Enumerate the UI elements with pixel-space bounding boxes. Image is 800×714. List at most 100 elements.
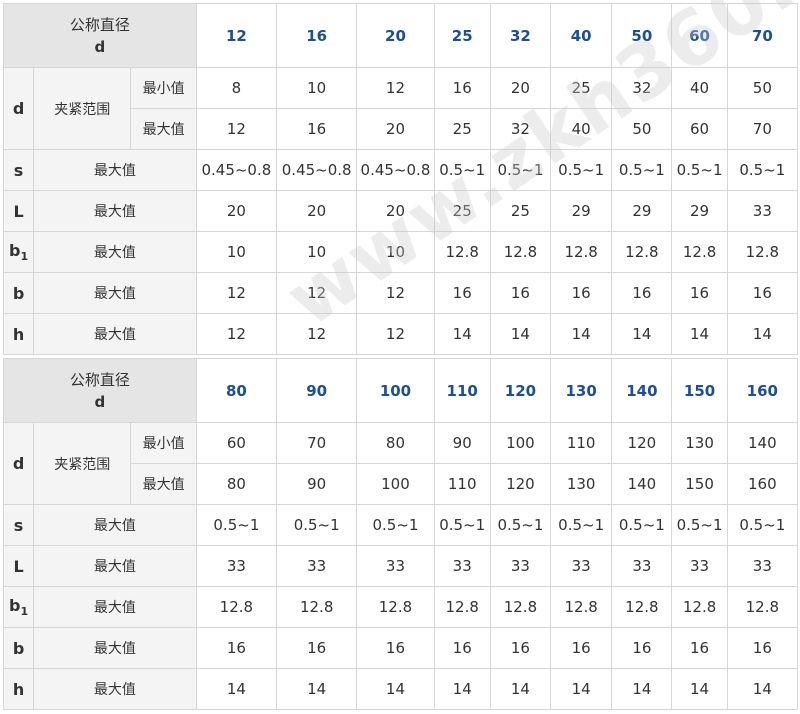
data-cell: 14 [356,668,435,710]
data-cell: 14 [726,313,799,355]
data-cell: 70 [726,108,799,150]
data-cell: 90 [276,463,358,505]
data-cell: 80 [195,463,278,505]
max-value-label: 最大值 [33,545,197,587]
size-header: 12 [195,3,278,68]
size-header: 25 [433,3,491,68]
data-cell: 14 [726,668,799,710]
data-cell: 12 [276,272,358,314]
data-cell: 16 [276,108,358,150]
data-cell: 60 [195,422,278,464]
size-header: 60 [671,3,728,68]
row-symbol-s: s [2,504,35,546]
data-cell: 14 [276,668,358,710]
min-value-label: 最小值 [130,67,197,109]
table-row: h 最大值 14 14 14 14 14 14 14 14 14 [2,668,799,710]
data-cell: 14 [550,313,613,355]
data-cell: 16 [726,627,799,669]
row-symbol-h: h [2,668,35,710]
data-cell: 120 [489,463,552,505]
table-row: h 最大值 12 12 12 14 14 14 14 14 14 [2,313,799,355]
data-cell: 25 [433,190,491,232]
data-cell: 33 [356,545,435,587]
table-row: d 夹紧范围 最小值 8 10 12 16 20 25 32 40 50 [2,67,799,150]
data-cell: 20 [356,190,435,232]
data-cell: 29 [550,190,613,232]
data-cell: 33 [671,545,728,587]
spec-table-2: 公称直径 d 80 90 100 110 120 130 140 150 160 d 夹紧范围 最小值 60… [2,358,799,710]
data-cell: 14 [195,668,278,710]
data-cell: 14 [550,668,613,710]
data-cell: 16 [489,627,552,669]
data-cell: 10 [356,231,435,273]
row-symbol-L: L [2,190,35,232]
table-row: L 最大值 33 33 33 33 33 33 33 33 33 [2,545,799,587]
data-cell: 12.8 [433,231,491,273]
row-symbol-h: h [2,313,35,355]
row-symbol-b1: b1 [2,231,35,273]
data-cell: 0.5~1 [550,504,613,546]
table-row: L 最大值 20 20 20 25 25 29 29 29 33 [2,190,799,232]
data-cell: 14 [433,668,491,710]
data-cell: 12.8 [671,231,728,273]
header-label-cell: 公称直径 d [3,3,197,68]
data-cell: 100 [489,422,552,464]
data-cell: 120 [611,422,673,464]
data-cell: 12.8 [611,231,673,273]
data-cell: 12.8 [726,231,799,273]
data-cell: 12 [356,67,435,109]
data-cell: 14 [611,313,673,355]
data-cell: 16 [611,627,673,669]
b1-symbol-subscript: 1 [20,605,29,619]
row-symbol-d: d [2,67,35,150]
size-header: 16 [276,3,358,68]
clamping-range-label: 夹紧范围 [33,67,132,150]
data-cell: 20 [489,67,552,109]
b1-symbol-base: b [9,240,21,260]
data-cell: 33 [195,545,278,587]
nominal-diameter-label: 公称直径 [69,15,130,34]
data-cell: 0.45~0.8 [356,149,435,191]
max-value-label: 最大值 [130,108,197,150]
data-cell: 0.5~1 [195,504,278,546]
data-cell: 50 [611,108,673,150]
size-header: 110 [433,358,491,423]
data-cell: 14 [489,313,552,355]
clamping-range-label: 夹紧范围 [33,422,132,505]
data-cell: 0.5~1 [611,504,673,546]
data-cell: 12.8 [489,231,552,273]
data-cell: 33 [726,190,799,232]
data-cell: 0.5~1 [611,149,673,191]
data-cell: 12.8 [726,586,799,628]
data-cell: 12.8 [195,586,278,628]
nominal-diameter-symbol: d [94,37,106,56]
data-cell: 50 [726,67,799,109]
max-value-label: 最大值 [33,231,197,273]
size-header: 130 [550,358,613,423]
data-cell: 130 [550,463,613,505]
data-cell: 29 [611,190,673,232]
size-header: 120 [489,358,552,423]
max-value-label: 最大值 [33,668,197,710]
table-row: s 最大值 0.5~1 0.5~1 0.5~1 0.5~1 0.5~1 0.5~1 0.5~1 0… [2,504,799,546]
data-cell: 150 [671,463,728,505]
data-cell: 0.5~1 [276,504,358,546]
data-cell: 160 [726,463,799,505]
data-cell: 32 [489,108,552,150]
data-cell: 140 [726,422,799,464]
max-value-label: 最大值 [33,586,197,628]
data-cell: 16 [550,272,613,314]
data-cell: 0.5~1 [489,504,552,546]
spec-table-1: 公称直径 d 12 16 20 25 32 40 50 60 70 d 夹紧范围 最小值 8 10 12 16 20… [2,3,799,355]
data-cell: 14 [671,313,728,355]
row-symbol-L: L [2,545,35,587]
size-header: 40 [550,3,613,68]
data-cell: 33 [489,545,552,587]
data-cell: 16 [276,627,358,669]
data-cell: 25 [489,190,552,232]
table-row: s 最大值 0.45~0.8 0.45~0.8 0.45~0.8 0.5~1 0.5~1 0.… [2,149,799,191]
data-cell: 140 [611,463,673,505]
data-cell: 33 [433,545,491,587]
data-cell: 12 [195,272,278,314]
data-cell: 0.5~1 [671,504,728,546]
